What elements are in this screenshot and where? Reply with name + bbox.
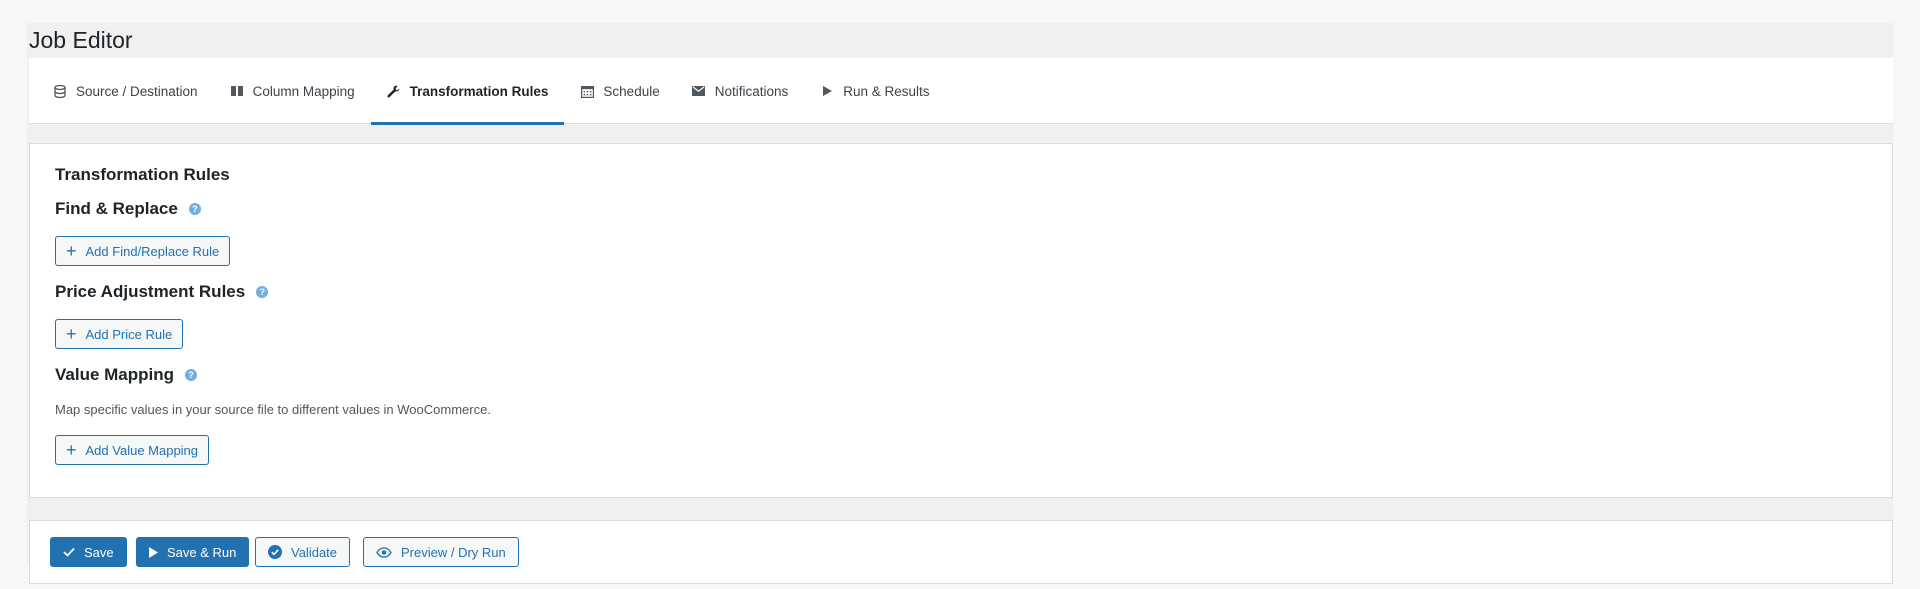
plus-icon: + [66,440,77,460]
find-replace-heading: Find & Replace ? [55,199,201,219]
save-button[interactable]: Save [50,537,127,567]
action-footer: Save Save & Run Validate Preview / Dry R… [29,520,1893,584]
tab-schedule[interactable]: Schedule [564,58,675,124]
database-icon [53,84,67,98]
tab-label: Source / Destination [76,83,198,99]
tab-label: Column Mapping [252,83,355,99]
plus-icon: + [66,324,77,344]
add-price-rule-button[interactable]: + Add Price Rule [55,319,184,349]
page-title: Job Editor [29,27,133,53]
button-label: Save [84,544,114,560]
calendar-icon [580,84,594,98]
wrench-icon [387,84,401,98]
job-editor-wrap: Job Editor Source / Destination Column M… [27,23,1893,584]
tab-bar: Source / Destination Column Mapping Tran… [29,58,1893,125]
columns-icon [230,84,244,98]
tab-run-results[interactable]: Run & Results [804,58,945,124]
eye-icon [376,546,392,558]
help-icon[interactable]: ? [185,369,198,381]
envelope-icon [692,84,706,98]
help-icon[interactable]: ? [256,286,269,298]
save-run-button[interactable]: Save & Run [136,537,250,567]
tab-label: Notifications [714,83,789,99]
validate-button[interactable]: Validate [255,537,351,567]
tab-label: Transformation Rules [409,83,549,99]
tab-source-destination[interactable]: Source / Destination [37,58,214,124]
section-title: Price Adjustment Rules [55,282,246,301]
plus-icon: + [66,241,77,261]
checkmark-icon [63,547,75,557]
play-icon [820,84,834,98]
button-label: Add Price Rule [85,326,173,342]
tab-notifications[interactable]: Notifications [676,58,805,124]
value-mapping-description: Map specific values in your source file … [55,402,491,417]
tab-transformation-rules[interactable]: Transformation Rules [370,58,565,125]
panel-title: Transformation Rules [55,165,230,184]
add-value-mapping-button[interactable]: + Add Value Mapping [55,435,210,465]
check-circle-icon [268,545,282,559]
tab-column-mapping[interactable]: Column Mapping [214,58,371,124]
button-label: Validate [291,544,338,560]
button-label: Preview / Dry Run [401,544,506,560]
help-icon[interactable]: ? [188,203,201,215]
add-find-replace-rule-button[interactable]: + Add Find/Replace Rule [55,236,231,266]
tab-label: Run & Results [843,83,930,99]
section-title: Value Mapping [55,365,175,384]
section-title: Find & Replace [55,199,178,218]
price-adjustment-heading: Price Adjustment Rules ? [55,282,269,302]
button-label: Add Value Mapping [85,442,199,458]
button-label: Save & Run [167,544,237,560]
value-mapping-heading: Value Mapping ? [55,365,198,385]
tab-label: Schedule [603,83,660,99]
preview-dry-run-button[interactable]: Preview / Dry Run [363,537,519,567]
transformation-rules-panel: Transformation Rules Find & Replace ? + … [29,143,1893,498]
button-label: Add Find/Replace Rule [85,243,220,259]
play-icon [149,546,158,558]
